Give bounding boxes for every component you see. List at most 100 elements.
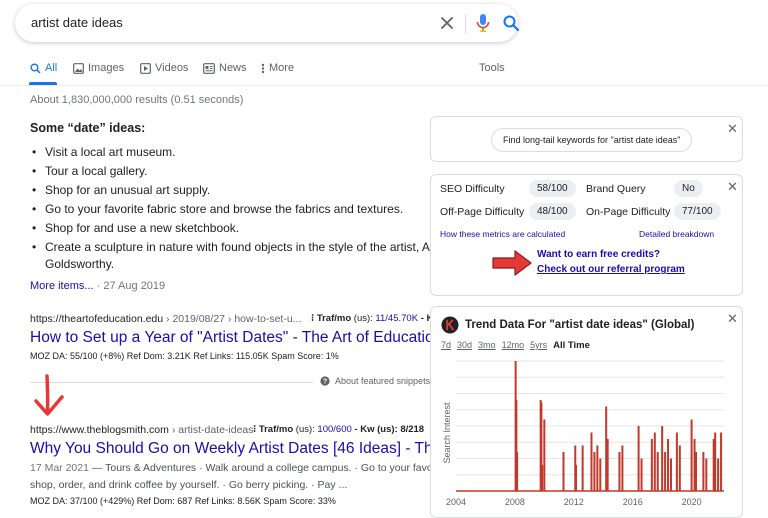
tab-more[interactable]: More — [261, 62, 294, 74]
y-axis-label: Search Interest — [442, 402, 452, 464]
news-icon — [203, 62, 215, 74]
traffic-info: ⁝ Traf/mo (us): 100/600 - Kw (us): 8/218 — [253, 424, 425, 435]
chart-bar — [640, 458, 643, 491]
chart-bar — [717, 458, 720, 491]
result-date: 17 Mar 2021 — [30, 462, 89, 474]
chart-bar — [590, 432, 593, 491]
about-snippets-label: About featured snippets — [335, 376, 431, 386]
more-vert-icon — [261, 63, 265, 73]
list-item: Shop for an unusual art supply. — [30, 181, 430, 200]
result-domain: https://theartofeducation.edu — [30, 313, 164, 325]
search-input[interactable] — [31, 15, 411, 30]
chart-bar — [606, 439, 609, 491]
trend-chart: 2004 2008 2012 2016 2020 Search Interest — [442, 360, 724, 507]
detailed-breakdown-link[interactable]: Detailed breakdown — [639, 229, 714, 239]
result-domain: https://www.theblogsmith.com — [30, 424, 169, 436]
list-item: Go to your favorite fabric store and bro… — [30, 200, 430, 219]
tab-videos[interactable]: Videos — [140, 62, 188, 74]
arrow-down-icon — [34, 374, 64, 416]
image-icon — [73, 62, 84, 74]
divider — [30, 382, 313, 383]
more-items: More items... · 27 Aug 2019 — [30, 280, 166, 292]
x-tick-label: 2004 — [446, 497, 466, 507]
close-icon[interactable]: ✕ — [727, 121, 738, 137]
range-30d[interactable]: 30d — [457, 340, 472, 350]
seo-difficulty-label: SEO Difficulty — [440, 183, 505, 195]
about-featured-snippets[interactable]: ? About featured snippets — [320, 376, 430, 386]
close-icon[interactable]: ✕ — [727, 179, 738, 195]
search-bar[interactable] — [15, 4, 520, 42]
chart-bar — [543, 419, 546, 491]
chart-bar — [637, 426, 640, 491]
result-metrics: MOZ DA: 55/100 (+8%) Ref Dom: 3.21K Ref … — [30, 351, 339, 361]
clear-icon[interactable] — [439, 15, 455, 31]
referral-program-link[interactable]: Check out our referral program — [537, 264, 685, 275]
traffic-info: ⁝ Traf/mo (us): 11/45.70K - K — [311, 313, 434, 324]
keywords-everywhere-logo-icon — [441, 316, 459, 334]
chart-bar — [656, 452, 659, 491]
chart-bar — [562, 452, 565, 491]
arrow-right-icon — [492, 250, 532, 276]
svg-text:?: ? — [323, 379, 327, 386]
x-tick-label: 2016 — [623, 497, 643, 507]
result-url[interactable]: https://theartofeducation.edu › 2019/08/… — [30, 313, 301, 325]
find-keywords-button[interactable]: Find long-tail keywords for "artist date… — [491, 128, 693, 152]
brand-query-value: No — [674, 180, 703, 197]
chart-bar — [720, 432, 723, 491]
chart-bar — [599, 458, 602, 491]
x-tick-label: 2008 — [505, 497, 525, 507]
close-icon[interactable]: ✕ — [727, 311, 738, 327]
microphone-icon[interactable] — [475, 13, 491, 33]
tools-button[interactable]: Tools — [479, 62, 505, 74]
result-desc-line2: shop, order, and drink coffee by yoursel… — [30, 479, 348, 491]
trend-title: Trend Data For "artist date ideas" (Glob… — [465, 319, 695, 331]
chart-x-ticks: 2004 2008 2012 2016 2020 — [446, 497, 702, 507]
range-7d[interactable]: 7d — [441, 340, 451, 350]
list-item: Create a sculpture in nature with found … — [30, 238, 443, 257]
onpage-difficulty-value: 77/100 — [674, 203, 721, 220]
result-title[interactable]: How to Set up a Year of "Artist Dates" -… — [30, 329, 459, 347]
traf-extra: - Kw (us): 8/218 — [354, 424, 425, 435]
result-url[interactable]: https://www.theblogsmith.com › artist-da… — [30, 424, 254, 436]
chart-gridlines — [456, 360, 724, 492]
x-tick-label: 2020 — [682, 497, 702, 507]
snippet-list: Visit a local art museum. Tour a local g… — [30, 143, 443, 257]
chart-bar — [667, 439, 670, 491]
metrics-panel: ✕ SEO Difficulty 58/100 Brand Query No O… — [430, 174, 743, 296]
chart-bar — [593, 452, 596, 491]
range-5yrs[interactable]: 5yrs — [530, 340, 547, 350]
traf-value[interactable]: 100/600 — [317, 424, 351, 435]
list-item: Visit a local art museum. — [30, 143, 430, 162]
range-12mo[interactable]: 12mo — [502, 340, 525, 350]
traf-label: Traf/mo — [316, 313, 352, 324]
chart-bar — [575, 465, 578, 491]
list-item: Tour a local gallery. — [30, 162, 430, 181]
traf-value[interactable]: 11/45.70K — [375, 313, 418, 324]
traf-suffix: (us): — [353, 313, 373, 324]
earn-credits-text: Want to earn free credits? — [537, 249, 660, 260]
onpage-difficulty-label: On-Page Difficulty — [586, 206, 671, 218]
result-desc-line1: — Tours & Adventures · Walk around a col… — [88, 462, 448, 474]
more-items-link[interactable]: More items... — [30, 280, 94, 292]
chart-bar — [714, 432, 717, 491]
list-item-continuation: Goldsworthy. — [45, 257, 115, 271]
metrics-info-link[interactable]: How these metrics are calculated — [440, 229, 565, 239]
offpage-difficulty-label: Off-Page Difficulty — [440, 206, 525, 218]
trend-panel: ✕ Trend Data For "artist date ideas" (Gl… — [430, 306, 743, 518]
range-3mo[interactable]: 3mo — [478, 340, 496, 350]
range-all-time[interactable]: All Time — [553, 340, 590, 351]
search-icon — [30, 63, 41, 74]
tab-label: More — [269, 62, 295, 74]
tools-label: Tools — [479, 62, 505, 74]
snippet-heading: Some “date” ideas: — [30, 121, 146, 135]
search-divider — [465, 14, 466, 34]
result-stats: About 1,830,000,000 results (0.51 second… — [30, 94, 244, 106]
tab-images[interactable]: Images — [73, 62, 124, 74]
chart-bar — [678, 445, 681, 491]
tab-news[interactable]: News — [203, 62, 247, 74]
result-title[interactable]: Why You Should Go on Weekly Artist Dates… — [30, 440, 459, 458]
tab-all[interactable]: All — [30, 62, 57, 74]
range-tabs: 7d 30d 3mo 12mo 5yrs All Time — [441, 340, 590, 351]
tab-label: Images — [88, 62, 125, 74]
search-icon[interactable] — [502, 14, 520, 32]
